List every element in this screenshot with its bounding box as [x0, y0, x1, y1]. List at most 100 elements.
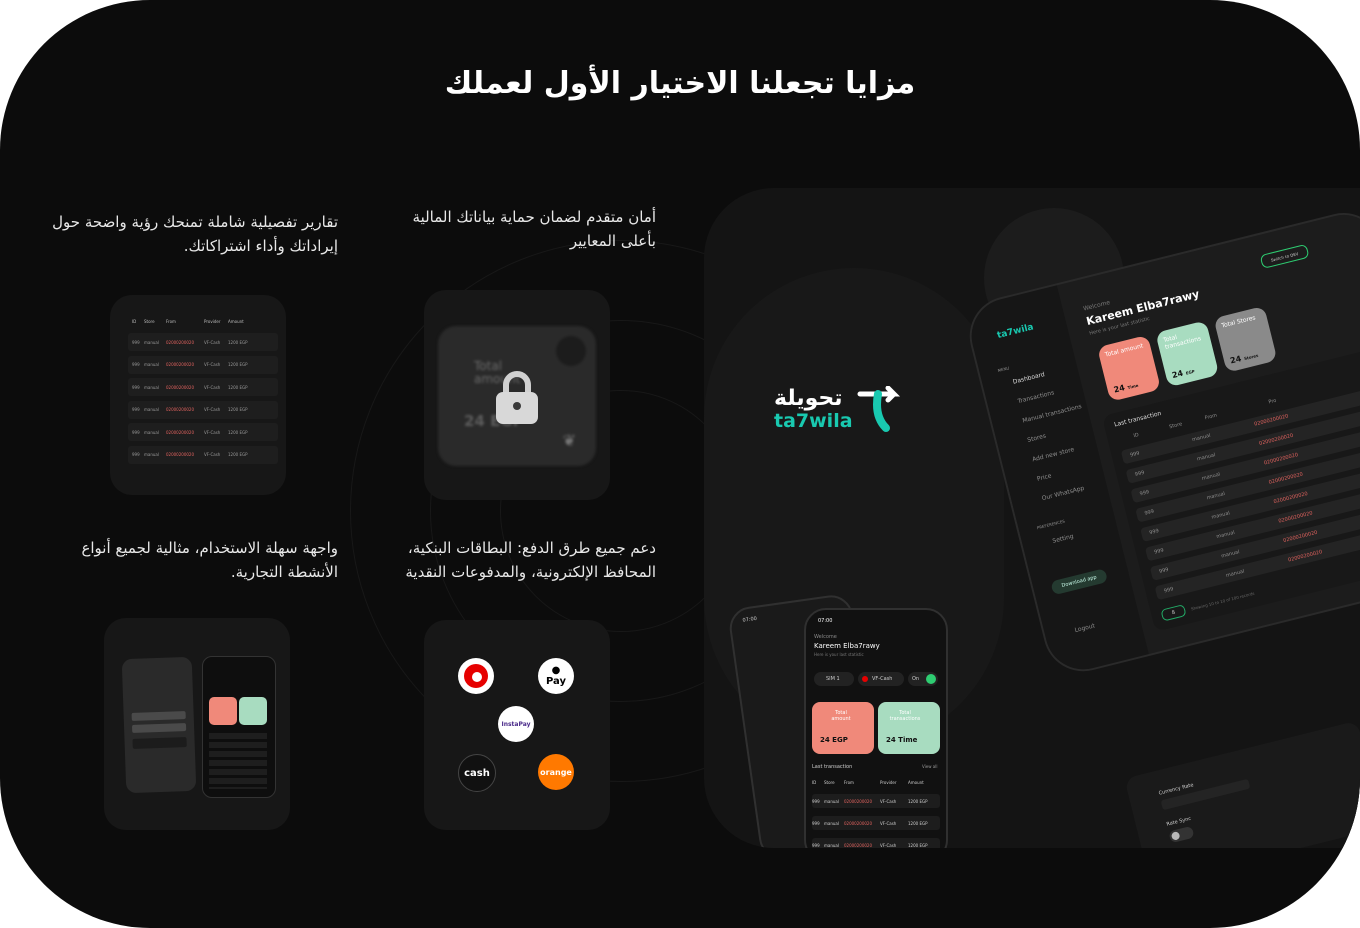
mini-table-row: 999 manual 02000200020 VF-Cash 1200 EGP: [128, 423, 278, 441]
sidebar-item-price[interactable]: Price: [1036, 472, 1052, 482]
mini-phone-dashboard: [202, 656, 276, 798]
mini-table-cell: 02000200020: [166, 362, 194, 367]
usability-tile: [104, 618, 290, 830]
settings-panel: Currency Rate Rate Sync: [1124, 720, 1360, 848]
brand-arabic: تحويلة: [774, 386, 843, 411]
service-toggle[interactable]: On: [908, 672, 938, 686]
sidebar-menu-label: MENU: [997, 365, 1010, 374]
brand-logo: تحويلة ta7wila: [774, 386, 914, 436]
phone-card-transactions-label: Total transactions: [889, 710, 921, 722]
phone-card-transactions-value: 24 Time: [886, 736, 918, 744]
phone-table-cell: 999: [812, 799, 820, 804]
mini-card-salmon: [209, 697, 237, 725]
sidebar-item-add-store[interactable]: Add new store: [1031, 446, 1074, 463]
mini-table-cell: 999: [132, 362, 140, 367]
phone-last-tx-title: Last transaction: [812, 764, 853, 770]
phone-card-amount-value: 24 EGP: [820, 736, 848, 744]
phone-table-cell: 1200 EGP: [908, 799, 928, 804]
stat-transactions-value: 24 EGP: [1171, 368, 1196, 381]
mini-table-cell: 02000200020: [166, 429, 194, 435]
vodafone-dot-icon: [862, 676, 868, 682]
sidebar-item-setting[interactable]: Setting: [1052, 533, 1075, 545]
mini-table-cell: VF-Cash: [204, 384, 221, 390]
mini-table-cell: 999: [132, 407, 140, 412]
instapay-text: InstaPay: [501, 720, 531, 728]
dashboard-tx-header-cell: Pro: [1267, 397, 1278, 406]
sidebar-item-transactions[interactable]: Transactions: [1017, 389, 1055, 405]
sim-selector[interactable]: SIM 1: [814, 672, 854, 686]
phone-table-cell: 1200 EGP: [908, 843, 928, 848]
sidebar-item-manual[interactable]: Manual transactions: [1022, 403, 1083, 424]
mini-table-row: 999 manual 02000200020 VF-Cash 1200 EGP: [128, 333, 278, 351]
phone-table-header-cell: ID: [812, 780, 817, 785]
phone-table-row[interactable]: 999 manual 02000200020 VF-Cash 1200 EGP: [812, 794, 940, 808]
wallet-selector[interactable]: VF-Cash: [858, 672, 904, 686]
mini-login-button: [132, 737, 187, 749]
mini-table-cell: VF-Cash: [204, 407, 221, 412]
header-id: ID: [132, 318, 137, 324]
mini-table-cell: 02000200020: [166, 407, 194, 412]
phone-table-cell: 1200 EGP: [908, 821, 928, 826]
sidebar-item-stores[interactable]: Stores: [1027, 433, 1047, 444]
mini-table-cell: 999: [132, 429, 140, 435]
paging-text: Showing 10 to 10 of 100 records: [1190, 590, 1255, 612]
apple-icon: ●: [551, 664, 561, 676]
phone-table-row[interactable]: 999 manual 02000200020 VF-Cash 1200 EGP: [812, 838, 940, 848]
mini-table-cell: 999: [132, 339, 140, 345]
features-section: مزايا تجعلنا الاختيار الأول لعملك تقارير…: [0, 0, 1360, 928]
stat-amount-label: Total amount: [1104, 342, 1144, 359]
instapay-logo: InstaPay: [498, 706, 534, 742]
security-tile: Total amount 24 EGP ❦: [424, 290, 610, 500]
rate-sync-toggle[interactable]: [1168, 825, 1195, 844]
phone-table-header-cell: Amount: [908, 780, 924, 785]
dashboard-mockup: ta7wila MENU Dashboard Transactions Manu…: [954, 188, 1360, 695]
page-select[interactable]: 8: [1160, 604, 1187, 622]
download-app-label: Download app: [1061, 574, 1098, 589]
payments-tile: ● Pay InstaPay cash orange: [424, 620, 610, 830]
phone-table-cell: VF-Cash: [880, 843, 897, 848]
phone-time: 07:00: [818, 618, 833, 624]
stat-stores-label: Total Stores: [1220, 314, 1257, 330]
phone-table-header-cell: From: [844, 780, 854, 785]
logout-button[interactable]: Logout: [1074, 622, 1096, 634]
mini-transactions-table: ID Store From Provider Amount 999 manual 0…: [128, 315, 278, 468]
mini-table-cell: 1200 EGP: [228, 384, 248, 390]
download-app-button[interactable]: Download app: [1050, 568, 1109, 596]
phone-card-amount: Total amount 24 EGP: [812, 702, 874, 754]
sidebar-item-dashboard[interactable]: Dashboard: [1012, 371, 1045, 386]
mini-table-cell: 999: [132, 452, 140, 457]
mini-table-header: ID Store From Provider Amount: [128, 315, 278, 327]
phone-table-cell: 02000200020: [844, 799, 872, 804]
mini-table-cell: manual: [144, 452, 159, 457]
header-provider: Provider: [204, 318, 221, 324]
feature-security-text: أمان متقدم لضمان حماية بياناتك المالية ب…: [412, 208, 656, 250]
orange-logo: orange: [538, 754, 574, 790]
mini-input-1: [131, 711, 186, 721]
phone-front: 07:00 Welcome Kareem Elba7rawy Here is y…: [804, 608, 948, 848]
phone-welcome: Welcome: [814, 634, 837, 640]
switch-dev-button[interactable]: Switch to DEV: [1259, 243, 1310, 269]
phone-table-cell: 02000200020: [844, 821, 872, 826]
phone-table-row[interactable]: 999 manual 02000200020 VF-Cash 1200 EGP: [812, 816, 940, 830]
mini-table-cell: VF-Cash: [204, 429, 221, 435]
leaf-icon: ❦: [562, 431, 576, 450]
phone-card-amount-label: Total amount: [831, 710, 851, 722]
mini-table-cell: 1200 EGP: [228, 362, 248, 367]
switch-dev-label: Switch to DEV: [1270, 250, 1299, 263]
header-amount: Amount: [228, 318, 244, 324]
info-icon: [556, 336, 586, 366]
phone-view-all-link[interactable]: View all: [922, 764, 937, 769]
stat-amount-value: 24 Time: [1112, 382, 1139, 395]
currency-rate-input[interactable]: [1160, 778, 1251, 811]
phone-table-cell: VF-Cash: [880, 821, 897, 826]
lock-icon: [496, 371, 538, 424]
mini-phone-login: [121, 656, 197, 794]
orange-text: orange: [540, 767, 572, 777]
dashboard-tx-cell: manual: [1225, 568, 1246, 579]
stat-stores-value: 24 Stores: [1229, 352, 1259, 366]
etisalat-cash-text: cash: [464, 767, 490, 779]
phone-table-cell: 999: [812, 843, 820, 848]
mini-table-row: 999 manual 02000200020 VF-Cash 1200 EGP: [128, 400, 278, 419]
phone-table-header: ID Store From Provider Amount: [812, 780, 940, 788]
sidebar-item-whatsapp[interactable]: Our WhatsApp: [1041, 485, 1085, 502]
